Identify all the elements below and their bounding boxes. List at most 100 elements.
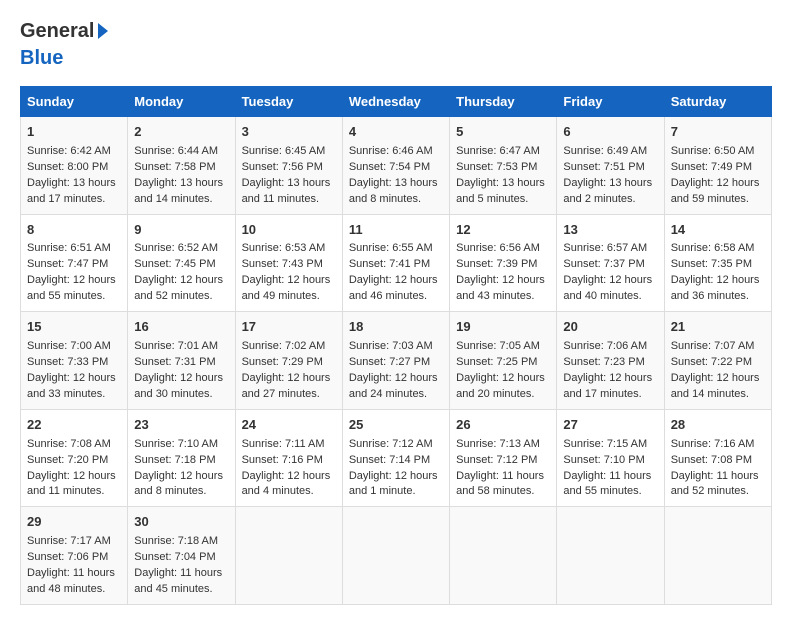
- day-number: 24: [242, 416, 336, 435]
- day-number: 1: [27, 123, 121, 142]
- day-number: 2: [134, 123, 228, 142]
- daylight-label: Daylight: 12 hours and 46 minutes.: [349, 274, 438, 302]
- daylight-label: Daylight: 12 hours and 24 minutes.: [349, 372, 438, 400]
- sunrise-label: Sunrise: 6:52 AM: [134, 242, 218, 254]
- daylight-label: Daylight: 12 hours and 14 minutes.: [671, 372, 760, 400]
- sunset-label: Sunset: 7:16 PM: [242, 454, 323, 466]
- table-row: [450, 507, 557, 605]
- sunset-label: Sunset: 7:25 PM: [456, 356, 537, 368]
- logo-blue-row: Blue: [20, 47, 63, 70]
- daylight-label: Daylight: 12 hours and 33 minutes.: [27, 372, 116, 400]
- daylight-label: Daylight: 13 hours and 14 minutes.: [134, 177, 223, 205]
- table-row: 24Sunrise: 7:11 AMSunset: 7:16 PMDayligh…: [235, 409, 342, 507]
- table-row: 13 Sunrise: 6:57 AM Sunset: 7:37 PM Dayligh…: [557, 214, 664, 312]
- table-row: [557, 507, 664, 605]
- col-header-tuesday: Tuesday: [235, 87, 342, 117]
- daylight-label: Daylight: 11 hours and 58 minutes.: [456, 470, 544, 498]
- daylight-label: Daylight: 12 hours and 20 minutes.: [456, 372, 545, 400]
- sunrise-label: Sunrise: 7:07 AM: [671, 340, 755, 352]
- table-row: [664, 507, 771, 605]
- sunrise-label: Sunrise: 6:49 AM: [563, 145, 647, 157]
- table-row: 7Sunrise: 6:50 AMSunset: 7:49 PMDaylight…: [664, 117, 771, 215]
- daylight-label: Daylight: 12 hours and 59 minutes.: [671, 177, 760, 205]
- table-row: 15Sunrise: 7:00 AMSunset: 7:33 PMDayligh…: [21, 312, 128, 410]
- daylight-label: Daylight: 12 hours and 40 minutes.: [563, 274, 652, 302]
- sunrise-label: Sunrise: 6:45 AM: [242, 145, 326, 157]
- sunrise-label: Sunrise: 7:05 AM: [456, 340, 540, 352]
- table-row: 22Sunrise: 7:08 AMSunset: 7:20 PMDayligh…: [21, 409, 128, 507]
- day-number: 16: [134, 318, 228, 337]
- sunrise-label: Sunrise: 6:55 AM: [349, 242, 433, 254]
- day-number: 27: [563, 416, 657, 435]
- table-row: [342, 507, 449, 605]
- day-number: 5: [456, 123, 550, 142]
- sunrise-label: Sunrise: 6:57 AM: [563, 242, 647, 254]
- logo-general-row: General: [20, 20, 108, 43]
- table-row: 25Sunrise: 7:12 AMSunset: 7:14 PMDayligh…: [342, 409, 449, 507]
- sunrise-label: Sunrise: 7:03 AM: [349, 340, 433, 352]
- table-row: 17Sunrise: 7:02 AMSunset: 7:29 PMDayligh…: [235, 312, 342, 410]
- sunrise-label: Sunrise: 6:50 AM: [671, 145, 755, 157]
- logo-general-text: General: [20, 20, 94, 43]
- day-number: 4: [349, 123, 443, 142]
- daylight-label: Daylight: 11 hours and 52 minutes.: [671, 470, 759, 498]
- sunset-label: Sunset: 7:45 PM: [134, 258, 215, 270]
- col-header-thursday: Thursday: [450, 87, 557, 117]
- table-row: 12Sunrise: 6:56 AMSunset: 7:39 PMDayligh…: [450, 214, 557, 312]
- daylight-label: Daylight: 11 hours and 48 minutes.: [27, 567, 115, 595]
- sunset-label: Sunset: 7:43 PM: [242, 258, 323, 270]
- sunrise-label: Sunrise: 7:18 AM: [134, 535, 218, 547]
- day-number: 20: [563, 318, 657, 337]
- table-row: 3Sunrise: 6:45 AMSunset: 7:56 PMDaylight…: [235, 117, 342, 215]
- daylight-label: Daylight: 12 hours and 36 minutes.: [671, 274, 760, 302]
- sunrise-label: Sunrise: 7:00 AM: [27, 340, 111, 352]
- logo-blue-text: Blue: [20, 47, 63, 70]
- sunrise-label: Sunrise: 7:13 AM: [456, 438, 540, 450]
- sunrise-label: Sunrise: 7:02 AM: [242, 340, 326, 352]
- calendar-table: SundayMondayTuesdayWednesdayThursdayFrid…: [20, 86, 772, 605]
- daylight-label: Daylight: 12 hours and 4 minutes.: [242, 470, 331, 498]
- table-row: 19 Sunrise: 7:05 AM Sunset: 7:25 PM Dayligh…: [450, 312, 557, 410]
- col-header-monday: Monday: [128, 87, 235, 117]
- day-number: 12: [456, 221, 550, 240]
- sunset-label: Sunset: 7:39 PM: [456, 258, 537, 270]
- table-row: 9Sunrise: 6:52 AMSunset: 7:45 PMDaylight…: [128, 214, 235, 312]
- day-number: 29: [27, 513, 121, 532]
- day-number: 14: [671, 221, 765, 240]
- day-number: 7: [671, 123, 765, 142]
- sunset-label: Sunset: 7:29 PM: [242, 356, 323, 368]
- sunrise-label: Sunrise: 7:16 AM: [671, 438, 755, 450]
- sunset-label: Sunset: 7:58 PM: [134, 161, 215, 173]
- day-number: 11: [349, 221, 443, 240]
- day-number: 22: [27, 416, 121, 435]
- sunset-label: Sunset: 7:14 PM: [349, 454, 430, 466]
- sunset-label: Sunset: 7:04 PM: [134, 551, 215, 563]
- sunset-label: Sunset: 7:47 PM: [27, 258, 108, 270]
- day-number: 28: [671, 416, 765, 435]
- table-row: 5Sunrise: 6:47 AMSunset: 7:53 PMDaylight…: [450, 117, 557, 215]
- sunset-label: Sunset: 7:31 PM: [134, 356, 215, 368]
- col-header-sunday: Sunday: [21, 87, 128, 117]
- sunset-label: Sunset: 7:33 PM: [27, 356, 108, 368]
- table-row: 21Sunrise: 7:07 AMSunset: 7:22 PMDayligh…: [664, 312, 771, 410]
- day-number: 18: [349, 318, 443, 337]
- sunset-label: Sunset: 7:08 PM: [671, 454, 752, 466]
- sunset-label: Sunset: 7:41 PM: [349, 258, 430, 270]
- day-number: 13: [563, 221, 657, 240]
- sunset-label: Sunset: 8:00 PM: [27, 161, 108, 173]
- col-header-wednesday: Wednesday: [342, 87, 449, 117]
- sunrise-label: Sunrise: 6:51 AM: [27, 242, 111, 254]
- day-number: 30: [134, 513, 228, 532]
- daylight-label: Daylight: 12 hours and 8 minutes.: [134, 470, 223, 498]
- table-row: 10Sunrise: 6:53 AMSunset: 7:43 PMDayligh…: [235, 214, 342, 312]
- sunrise-label: Sunrise: 7:08 AM: [27, 438, 111, 450]
- day-number: 19: [456, 318, 550, 337]
- daylight-label: Daylight: 13 hours and 17 minutes.: [27, 177, 116, 205]
- sunset-label: Sunset: 7:37 PM: [563, 258, 644, 270]
- sunrise-label: Sunrise: 7:17 AM: [27, 535, 111, 547]
- page-header: General Blue: [20, 20, 772, 70]
- daylight-label: Daylight: 13 hours and 11 minutes.: [242, 177, 331, 205]
- table-row: 16Sunrise: 7:01 AMSunset: 7:31 PMDayligh…: [128, 312, 235, 410]
- table-row: 23Sunrise: 7:10 AMSunset: 7:18 PMDayligh…: [128, 409, 235, 507]
- sunset-label: Sunset: 7:54 PM: [349, 161, 430, 173]
